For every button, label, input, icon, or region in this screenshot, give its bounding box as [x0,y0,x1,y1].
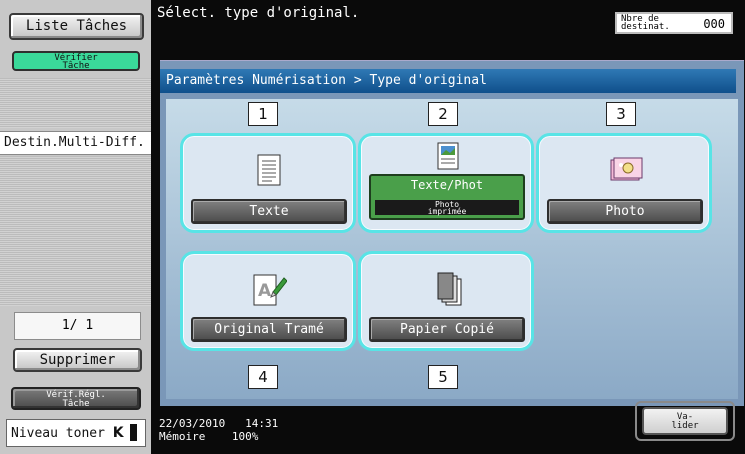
toner-bar-icon [130,424,137,441]
options-area: 1 2 3 Texte Texte/Phot Photo imprimée Ph… [166,99,738,399]
option-number-1: 1 [248,102,278,126]
option-number-3: 3 [606,102,636,126]
toner-letter: K [112,425,124,441]
validate-label-line2: lider [671,421,699,431]
destination-count-box: Nbre de destinat. 000 [615,12,733,34]
photo-icon [610,157,643,181]
option-number-2: 2 [428,102,458,126]
photo-imprimee-sublabel: Photo imprimée [375,200,519,216]
option-card-texte[interactable]: Texte [180,133,356,233]
status-footer: 22/03/2010 14:31 Mémoire 100% [159,417,278,443]
validate-button[interactable]: Va- lider [642,407,728,435]
delete-button[interactable]: Supprimer [13,348,142,372]
left-sidebar: Liste Tâches Vérifier Tâche Destin.Multi… [0,0,151,454]
sidebar-texture [0,156,151,306]
instruction-message: Sélect. type d'original. [157,5,360,21]
toner-label: Niveau toner [11,426,105,441]
destination-count-label: Nbre de destinat. [621,15,670,32]
destination-count-value: 000 [703,17,725,31]
time-text: 14:31 [245,417,279,430]
texte-photo-label: Texte/Phot [410,178,484,192]
photo-imprimee-line2: imprimée [427,207,467,216]
option-card-photo[interactable]: Photo [536,133,712,233]
photo-button[interactable]: Photo [547,199,703,224]
texte-button[interactable]: Texte [191,199,347,224]
date-time-line: 22/03/2010 14:31 [159,417,278,430]
memory-value: 100% [231,430,259,443]
svg-text:A: A [258,281,272,301]
verify-job-label-line2: Tâche [62,61,90,71]
text-photo-document-icon [437,142,459,170]
multi-destination-label: Destin.Multi-Diff. [0,131,151,155]
papier-copie-button[interactable]: Papier Copié [369,317,525,342]
dot-matrix-document-icon: A [253,274,287,306]
option-card-texte-photo[interactable]: Texte/Phot Photo imprimée [358,133,534,233]
date-text: 22/03/2010 [159,417,226,430]
page-counter: 1/ 1 [14,312,141,340]
breadcrumb: Paramètres Numérisation > Type d'origina… [160,69,736,93]
verify-job-button[interactable]: Vérifier Tâche [12,51,140,71]
option-number-5: 5 [428,365,458,389]
check-settings-label-line2: Tâche [62,399,90,409]
destination-count-label-line2: destinat. [621,22,670,32]
copied-paper-stack-icon [437,272,462,306]
main-area: Sélect. type d'original. Nbre de destina… [151,0,745,454]
memory-label: Mémoire [159,430,206,443]
texte-photo-button[interactable]: Texte/Phot Photo imprimée [369,174,525,220]
option-card-original-trame[interactable]: A Original Tramé [180,251,356,351]
option-card-papier-copie[interactable]: Papier Copié [358,251,534,351]
option-number-4: 4 [248,365,278,389]
job-list-button[interactable]: Liste Tâches [9,13,144,40]
check-job-settings-button[interactable]: Vérif.Régl. Tâche [11,387,141,410]
original-type-panel: Paramètres Numérisation > Type d'origina… [160,60,744,406]
memory-line: Mémoire 100% [159,430,278,443]
toner-level-indicator: Niveau toner K [6,419,146,447]
text-document-icon [257,154,281,186]
original-trame-button[interactable]: Original Tramé [191,317,347,342]
sidebar-texture [0,78,151,128]
